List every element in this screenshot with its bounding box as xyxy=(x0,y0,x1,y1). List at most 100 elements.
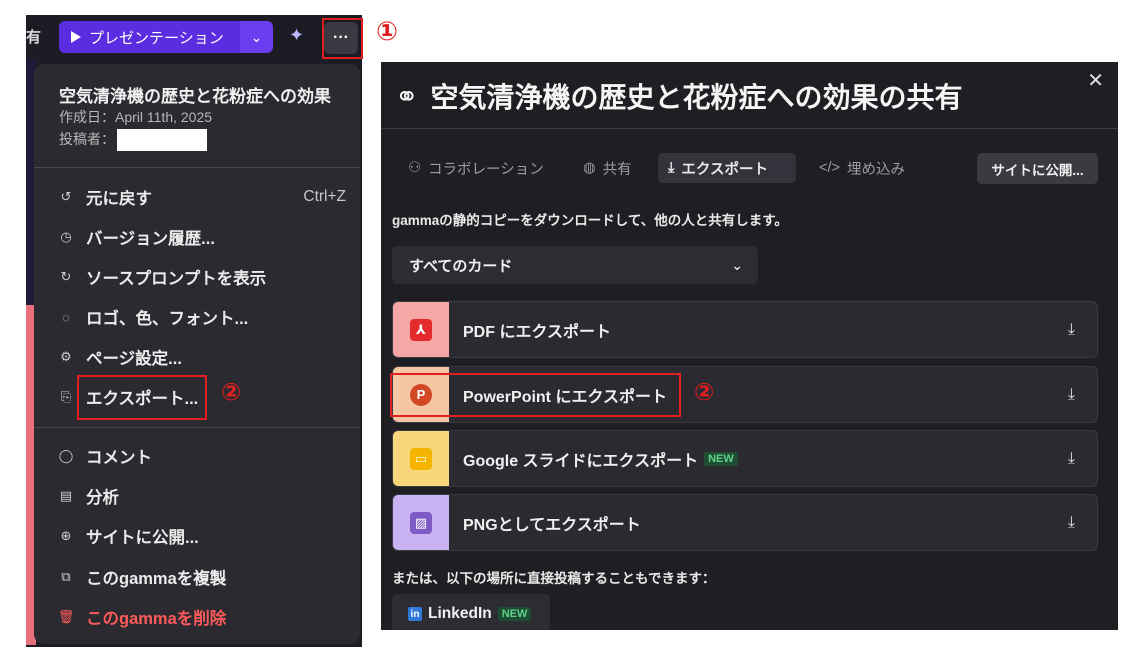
present-options-button[interactable]: ⌄ xyxy=(240,21,273,53)
export-google-slides-row[interactable]: ▭ Google スライドにエクスポート NEW ⤓ xyxy=(392,430,1098,487)
dialog-title: ⚭ 空気清浄機の歴史と花粉症への効果の共有 xyxy=(395,76,962,116)
undo-icon: ↺ xyxy=(60,189,72,204)
menu-item-publish[interactable]: ⊕ サイトに公開... xyxy=(56,524,346,548)
annotation-box-powerpoint xyxy=(390,373,681,417)
annotation-label-1: ① xyxy=(376,17,399,47)
close-icon[interactable]: ✕ xyxy=(1087,68,1104,93)
menu-item-analytics[interactable]: ▤ 分析 xyxy=(56,484,346,508)
tab-export[interactable]: ⤓ エクスポート xyxy=(658,153,796,183)
download-icon[interactable]: ⤓ xyxy=(1068,321,1075,339)
annotation-label-2: ② xyxy=(221,378,242,406)
menu-item-source-prompt[interactable]: ↻ ソースプロンプトを表示 xyxy=(56,265,346,289)
palette-icon: ◌ xyxy=(62,309,70,325)
annotation-box-more xyxy=(322,18,363,59)
copy-icon: ⧉ xyxy=(61,569,71,584)
tab-label: エクスポート xyxy=(681,161,768,178)
menu-item-label: バージョン履歴... xyxy=(86,230,215,248)
download-icon[interactable]: ⤓ xyxy=(1068,450,1075,468)
dialog-title-text: 空気清浄機の歴史と花粉症への効果の共有 xyxy=(430,82,963,113)
menu-item-label: このgammaを削除 xyxy=(86,610,227,628)
menu-item-theme[interactable]: ◌ ロゴ、色、フォント... xyxy=(56,305,346,329)
new-badge: NEW xyxy=(704,451,738,466)
present-button[interactable]: プレゼンテーション xyxy=(59,21,240,53)
linkedin-button[interactable]: in LinkedIn NEW xyxy=(392,594,550,630)
menu-item-label: ページ設定... xyxy=(86,350,182,368)
doc-title: 空気清浄機の歴史と花粉症への効果 xyxy=(59,87,331,106)
menu-item-label: ロゴ、色、フォント... xyxy=(86,310,249,328)
menu-item-label: ソースプロンプトを表示 xyxy=(86,270,267,288)
options-menu: 空気清浄機の歴史と花粉症への効果 作成日：April 11th, 2025 投稿… xyxy=(34,64,360,644)
new-badge: NEW xyxy=(497,607,532,621)
ai-sparkle-icon[interactable]: ✦ xyxy=(289,25,304,46)
png-icon-cell: ▨ xyxy=(393,495,449,550)
author-redacted xyxy=(117,129,207,152)
created-date: 作成日：April 11th, 2025 xyxy=(59,109,213,125)
export-label: Google スライドにエクスポート NEW xyxy=(463,447,738,471)
annotation-label-3: ② xyxy=(694,378,715,406)
dialog-divider xyxy=(381,128,1118,129)
menu-item-version-history[interactable]: ◷ バージョン履歴... xyxy=(56,225,346,249)
download-icon[interactable]: ⤓ xyxy=(1068,386,1075,404)
menu-item-comment[interactable]: ◯ コメント xyxy=(56,444,346,468)
code-icon: </> xyxy=(819,160,840,176)
author-label: 投稿者： xyxy=(59,131,115,147)
menu-divider xyxy=(34,427,360,428)
chevron-down-icon: ⌄ xyxy=(731,256,743,273)
menu-item-label: 元に戻す xyxy=(86,190,152,208)
download-icon[interactable]: ⤓ xyxy=(1068,514,1075,532)
tab-collaboration[interactable]: ⚇ コラボレーション xyxy=(398,153,554,183)
menu-item-label: このgammaを複製 xyxy=(86,570,227,588)
menu-item-delete[interactable]: 🗑 このgammaを削除 xyxy=(56,605,346,629)
chevron-down-icon: ⌄ xyxy=(250,28,263,45)
menu-item-undo[interactable]: ↺ 元に戻す Ctrl+Z xyxy=(56,185,346,209)
globe-icon: ⊕ xyxy=(60,528,72,543)
menu-item-page-settings[interactable]: ⚙ ページ設定... xyxy=(56,345,346,369)
annotation-box-export xyxy=(77,375,207,420)
linkedin-icon: in xyxy=(408,607,422,621)
export-label: PDF にエクスポート xyxy=(463,318,611,342)
export-label: PNGとしてエクスポート xyxy=(463,511,641,535)
tab-share[interactable]: ◍ 共有 xyxy=(573,153,642,183)
trash-icon: 🗑 xyxy=(57,609,75,624)
direct-post-text: または、以下の場所に直接投稿することもできます： xyxy=(392,571,716,586)
download-icon: ⤓ xyxy=(668,160,675,176)
google-slides-icon-cell: ▭ xyxy=(393,431,449,486)
menu-divider xyxy=(34,167,360,168)
card-scope-select[interactable]: すべてのカード ⌄ xyxy=(392,246,758,284)
share-dialog: ⚭ 空気清浄機の歴史と花粉症への効果の共有 ✕ ⚇ コラボレーション ◍ 共有 … xyxy=(381,62,1118,630)
user-add-icon: ⚇ xyxy=(408,160,421,176)
pdf-icon: ⅄ xyxy=(410,318,432,341)
present-label: プレゼンテーション xyxy=(89,29,224,47)
link-icon: ⚭ xyxy=(395,80,419,112)
share-button-partial[interactable]: 有 xyxy=(26,26,41,47)
globe-icon: ◍ xyxy=(583,160,596,176)
export-png-row[interactable]: ▨ PNGとしてエクスポート ⤓ xyxy=(392,494,1098,551)
play-icon xyxy=(71,31,81,43)
pdf-icon-cell: ⅄ xyxy=(393,302,449,357)
comment-icon: ◯ xyxy=(58,448,74,463)
author-line: 投稿者： xyxy=(59,129,207,152)
image-icon: ▨ xyxy=(410,511,432,534)
tab-label: コラボレーション xyxy=(428,161,544,178)
menu-item-label: 分析 xyxy=(86,489,119,507)
publish-site-button[interactable]: サイトに公開... xyxy=(977,153,1098,184)
export-label-text: PNGとしてエクスポート xyxy=(463,516,641,534)
google-slides-icon: ▭ xyxy=(410,447,432,470)
export-label-text: Google スライドにエクスポート xyxy=(463,452,699,470)
linkedin-label: LinkedIn xyxy=(428,605,492,622)
export-description: gammaの静的コピーをダウンロードして、他の人と共有します。 xyxy=(392,213,788,228)
tab-label: 埋め込み xyxy=(846,161,905,178)
export-label-text: PDF にエクスポート xyxy=(463,323,611,341)
export-pdf-row[interactable]: ⅄ PDF にエクスポート ⤓ xyxy=(392,301,1098,358)
gear-icon: ⚙ xyxy=(60,349,72,364)
menu-item-label: サイトに公開... xyxy=(86,529,199,547)
tab-embed[interactable]: </> 埋め込み xyxy=(809,153,915,183)
menu-item-duplicate[interactable]: ⧉ このgammaを複製 xyxy=(56,565,346,589)
tab-label: 共有 xyxy=(602,161,632,178)
shortcut-label: Ctrl+Z xyxy=(303,188,346,205)
bar-chart-icon: ▤ xyxy=(59,488,73,503)
clock-icon: ◷ xyxy=(60,229,72,244)
history-icon: ↻ xyxy=(60,269,72,284)
file-export-icon: ⎘ xyxy=(60,389,72,404)
select-value: すべてのカード xyxy=(409,257,513,275)
